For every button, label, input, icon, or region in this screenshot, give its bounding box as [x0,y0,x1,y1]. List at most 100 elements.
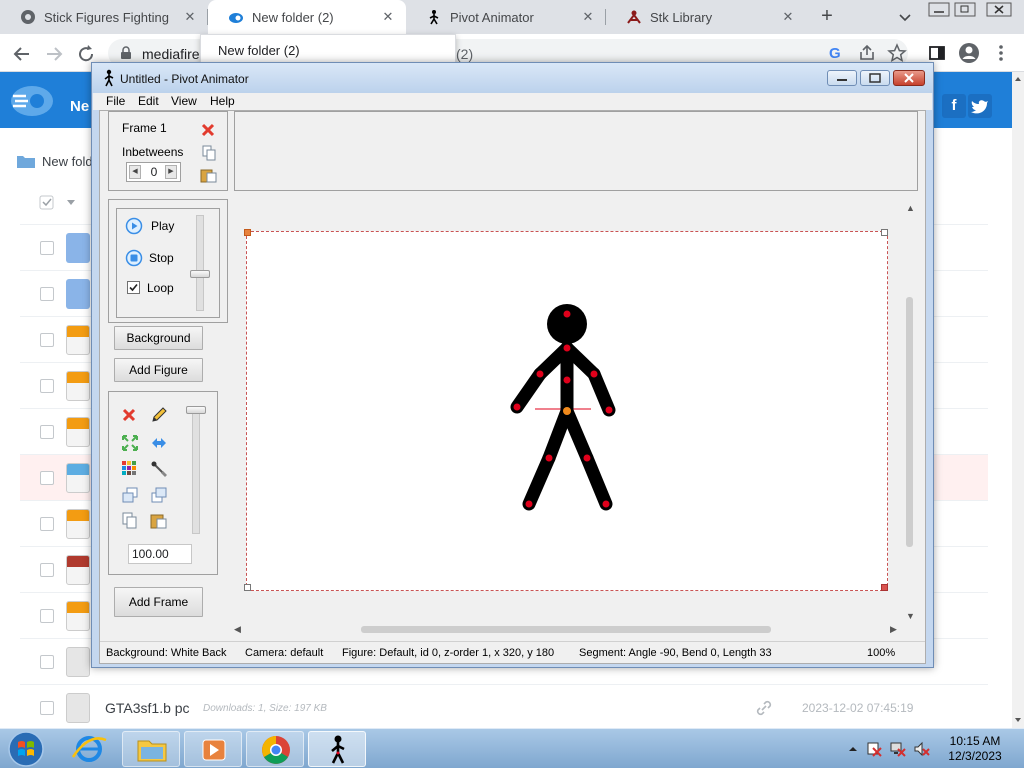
app-close-button[interactable] [893,70,925,86]
row-checkbox[interactable] [40,563,54,577]
menu-view[interactable]: View [171,94,197,108]
taskbar-internet-explorer[interactable] [60,731,118,767]
background-button[interactable]: Background [114,326,203,350]
spinner-decrement[interactable]: ◀ [129,165,141,179]
inbetweens-spinner[interactable]: ◀ 0 ▶ [126,162,181,182]
loop-checkbox[interactable] [127,281,141,298]
canvas-resize-handle[interactable] [881,229,888,236]
file-name[interactable]: GTA3sf1.b pc [105,700,190,716]
close-icon[interactable]: ✕ [580,9,596,25]
row-checkbox[interactable] [40,701,54,715]
spinner-increment[interactable]: ▶ [165,165,177,179]
action-center-icon[interactable] [866,741,882,757]
copy-frame-icon[interactable] [201,145,217,164]
taskbar-pivot-animator[interactable] [308,731,366,767]
scroll-left-icon[interactable]: ◀ [234,624,241,635]
add-frame-button[interactable]: Add Frame [114,587,203,617]
scroll-up-icon[interactable]: ▲ [906,203,915,213]
send-backward-icon[interactable] [150,486,168,507]
close-icon[interactable]: ✕ [182,9,198,25]
row-checkbox[interactable] [40,287,54,301]
flip-figure-icon[interactable] [150,434,168,455]
canvas-resize-handle[interactable] [244,584,251,591]
taskbar-clock[interactable]: 10:15 AM 12/3/2023 [940,734,1010,764]
scroll-thumb[interactable] [361,626,771,633]
facebook-icon[interactable]: f [942,94,966,118]
breadcrumb[interactable]: New fold [16,153,93,169]
taskbar-media-player[interactable] [184,731,242,767]
paste-figure-icon[interactable] [150,512,168,533]
scale-figure-icon[interactable] [121,434,139,455]
bring-forward-icon[interactable] [121,486,139,507]
row-checkbox[interactable] [40,241,54,255]
frame-strip[interactable] [234,111,918,191]
tab-search-button[interactable] [896,8,914,26]
scroll-right-icon[interactable]: ▶ [890,624,897,635]
browser-menu-button[interactable] [992,42,1010,64]
menu-edit[interactable]: Edit [138,94,159,108]
play-icon[interactable] [125,217,143,238]
scale-input[interactable]: 100.00 [128,544,192,564]
close-icon[interactable]: ✕ [380,9,396,25]
row-checkbox[interactable] [40,425,54,439]
window-close-button[interactable] [986,2,1012,18]
link-icon[interactable] [756,700,772,719]
page-scrollbar[interactable] [1012,72,1024,728]
color-figure-icon[interactable] [121,460,137,479]
bookmark-button[interactable] [886,42,908,64]
google-lens-button[interactable]: G [824,42,846,64]
app-minimize-button[interactable] [827,70,857,86]
forward-button[interactable] [42,42,66,66]
delete-frame-icon[interactable] [200,122,216,141]
start-button[interactable] [4,730,48,768]
add-figure-button[interactable]: Add Figure [114,358,203,382]
network-icon[interactable] [890,741,906,757]
row-checkbox[interactable] [40,379,54,393]
tab-pivot-animator[interactable]: Pivot Animator ✕ [406,0,606,34]
row-checkbox[interactable] [40,333,54,347]
stick-figure[interactable] [247,232,887,590]
menu-file[interactable]: File [106,94,125,108]
canvas-resize-handle[interactable] [244,229,251,236]
minimize-button[interactable] [928,2,950,18]
taskbar-file-explorer[interactable] [122,731,180,767]
canvas-vertical-scrollbar[interactable]: ▲ ▼ [903,201,917,621]
play-label[interactable]: Play [151,219,174,233]
tab-stick-figures-fighting[interactable]: Stick Figures Fighting ✕ [0,0,208,34]
copy-figure-icon[interactable] [121,512,139,533]
edit-figure-icon[interactable] [150,406,168,427]
paste-frame-icon[interactable] [200,167,218,186]
close-icon[interactable]: ✕ [780,9,796,25]
scroll-down-icon[interactable]: ▼ [906,611,915,621]
row-checkbox[interactable] [40,609,54,623]
size-slider-track[interactable] [192,406,200,534]
size-slider-thumb[interactable] [186,406,206,414]
tab-new-folder[interactable]: New folder (2) ✕ [208,0,406,34]
row-checkbox[interactable] [40,655,54,669]
volume-icon[interactable] [914,741,930,757]
menu-help[interactable]: Help [210,94,235,108]
side-panel-button[interactable] [926,42,948,64]
back-button[interactable] [10,42,34,66]
app-titlebar[interactable]: Untitled - Pivot Animator [92,63,933,93]
profile-button[interactable] [958,42,980,64]
canvas-resize-handle[interactable] [881,584,888,591]
tab-stk-library[interactable]: Stk Library ✕ [606,0,806,34]
tray-overflow-icon[interactable] [845,741,861,757]
app-maximize-button[interactable] [860,70,890,86]
delete-figure-icon[interactable] [121,407,137,426]
animation-canvas[interactable] [244,229,888,591]
speed-slider-thumb[interactable] [190,270,210,278]
twitter-icon[interactable] [968,94,992,118]
new-tab-button[interactable]: + [816,6,838,28]
stop-icon[interactable] [125,249,143,270]
share-button[interactable] [856,42,878,64]
taskbar-chrome[interactable] [246,731,304,767]
row-checkbox[interactable] [40,517,54,531]
canvas-horizontal-scrollbar[interactable]: ◀ ▶ [230,623,902,637]
join-segment-icon[interactable] [150,460,168,481]
speed-slider-track[interactable] [196,215,204,311]
restore-button[interactable] [954,2,976,18]
scroll-thumb[interactable] [906,297,913,547]
stop-label[interactable]: Stop [149,251,174,265]
